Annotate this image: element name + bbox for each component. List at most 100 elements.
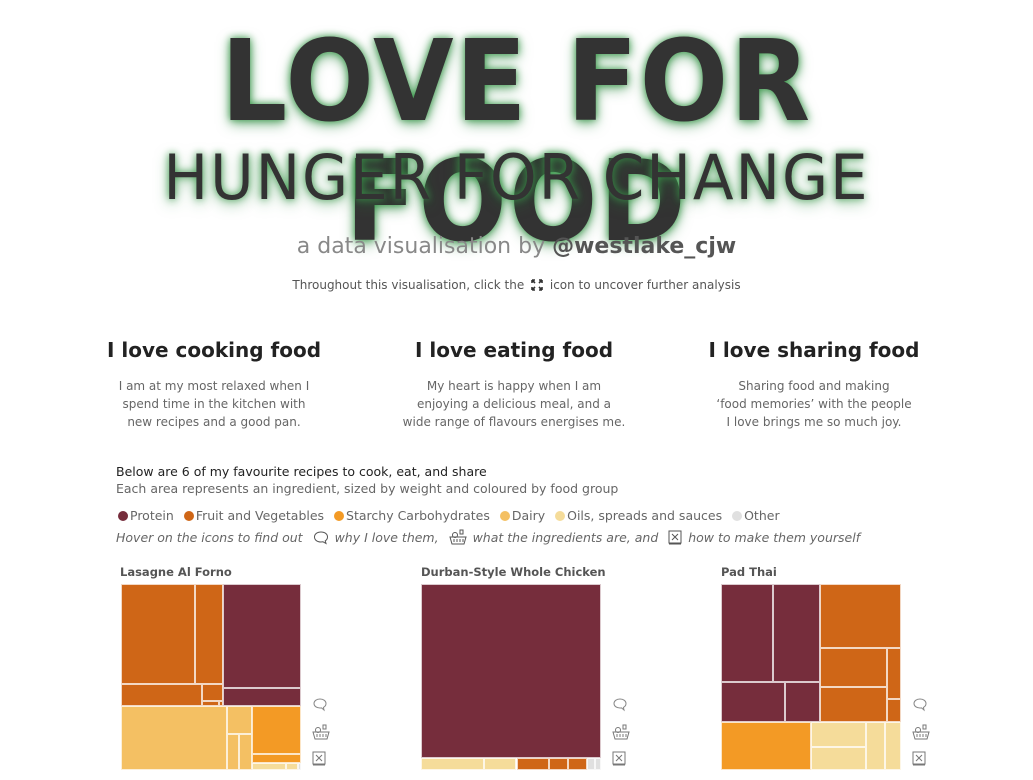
basket-icon[interactable] (312, 724, 330, 751)
treemap-cell[interactable] (721, 682, 785, 722)
treemap-cell[interactable] (227, 706, 252, 734)
recipe-icons (312, 697, 330, 778)
hover-prefix: Hover on the icons to find out (116, 530, 303, 545)
recipe-book-icon (668, 530, 682, 545)
hover-hint: Hover on the icons to find out why I lov… (116, 529, 860, 547)
intro-line-1: Below are 6 of my favourite recipes to c… (116, 464, 487, 479)
legend-label: Starchy Carbohydrates (346, 508, 490, 523)
treemap-cell[interactable] (721, 584, 773, 682)
legend-dot (183, 511, 194, 521)
treemap-cell[interactable] (121, 684, 202, 706)
expand-icon (531, 279, 543, 291)
expand-hint: Throughout this visualisation, click the… (0, 276, 1033, 294)
legend: Protein Fruit and Vegetables Starchy Car… (118, 507, 786, 525)
treemap-cell[interactable] (286, 763, 298, 770)
treemap-cell[interactable] (223, 688, 301, 706)
treemap-cell[interactable] (885, 722, 901, 770)
treemap-cell[interactable] (121, 584, 195, 684)
column-eating: I love eating food My heart is happy whe… (364, 337, 664, 431)
treemap-cell[interactable] (811, 722, 866, 747)
treemap-cell[interactable] (721, 722, 811, 770)
byline: a data visualisation by @westlake_cjw (0, 232, 1033, 262)
treemap-cell[interactable] (421, 584, 601, 758)
treemap-cell[interactable] (239, 734, 252, 770)
hint-text-before: Throughout this visualisation, click the (292, 278, 525, 292)
legend-dot (118, 511, 128, 521)
legend-dot (732, 511, 743, 521)
legend-item-other[interactable]: Other (732, 508, 780, 523)
hover-why: why I love them, (334, 530, 439, 545)
intro: Below are 6 of my favourite recipes to c… (116, 463, 618, 497)
legend-label: Oils, spreads and sauces (567, 508, 723, 523)
treemap-cell[interactable] (121, 706, 227, 770)
recipe-icons (612, 697, 630, 778)
legend-dot (555, 511, 566, 521)
treemap-cell[interactable] (202, 684, 223, 701)
treemap-cell[interactable] (820, 648, 887, 687)
legend-item-dairy[interactable]: Dairy (499, 508, 546, 523)
treemap-cell[interactable] (298, 763, 301, 770)
treemap-cell[interactable] (421, 758, 484, 770)
treemap-cell[interactable] (252, 763, 286, 770)
speech-bubble-icon[interactable] (612, 697, 630, 724)
treemap-cell[interactable] (785, 682, 820, 722)
legend-label: Protein (130, 508, 174, 523)
recipe-treemap-pad-thai[interactable] (721, 584, 901, 770)
legend-label: Dairy (511, 508, 546, 523)
hint-text-after: icon to uncover further analysis (549, 278, 741, 292)
treemap-cell[interactable] (484, 758, 516, 770)
speech-bubble-icon (313, 531, 328, 545)
page-subtitle: HUNGER FOR CHANGE (163, 141, 870, 214)
legend-item-starchy[interactable]: Starchy Carbohydrates (334, 508, 490, 523)
recipe-book-icon[interactable] (912, 751, 930, 778)
column-text: My heart is happy when I am enjoying a d… (402, 379, 626, 429)
intro-line-2: Each area represents an ingredient, size… (116, 481, 619, 496)
hover-ingredients: what the ingredients are, and (472, 530, 659, 545)
legend-label: Other (744, 508, 780, 523)
treemap-cell[interactable] (887, 699, 901, 722)
legend-dot (499, 511, 510, 521)
treemap-cell[interactable] (252, 706, 301, 754)
column-sharing: I love sharing food Sharing food and mak… (664, 337, 964, 431)
column-cooking: I love cooking food I am at my most rela… (64, 337, 364, 431)
recipe-treemap-lasagne[interactable] (121, 584, 301, 770)
recipe-treemap-chicken[interactable] (421, 584, 601, 770)
column-title: I love sharing food (708, 338, 920, 362)
basket-icon (448, 529, 467, 545)
treemap-cell[interactable] (773, 584, 820, 682)
treemap-cell[interactable] (252, 754, 301, 763)
legend-item-fruit-veg[interactable]: Fruit and Vegetables (183, 508, 325, 523)
legend-item-oils[interactable]: Oils, spreads and sauces (555, 508, 722, 523)
column-text: I am at my most relaxed when I spend tim… (118, 379, 310, 429)
recipe-title: Durban-Style Whole Chicken (421, 565, 606, 579)
basket-icon[interactable] (912, 724, 930, 751)
column-title: I love eating food (414, 338, 614, 362)
author-handle[interactable]: @westlake_cjw (552, 234, 736, 259)
treemap-cell[interactable] (549, 758, 568, 770)
treemap-cell[interactable] (223, 584, 301, 688)
recipe-icons (912, 697, 930, 778)
treemap-cell[interactable] (811, 747, 866, 770)
treemap-cell[interactable] (820, 584, 901, 648)
column-text: Sharing food and making ‘food memories’ … (716, 379, 912, 429)
treemap-cell[interactable] (866, 722, 885, 770)
recipe-title: Lasagne Al Forno (120, 565, 232, 579)
speech-bubble-icon[interactable] (912, 697, 930, 724)
recipe-book-icon[interactable] (612, 751, 630, 778)
legend-item-protein[interactable]: Protein (118, 508, 174, 523)
recipe-book-icon[interactable] (312, 751, 330, 778)
legend-label: Fruit and Vegetables (195, 508, 325, 523)
treemap-cell[interactable] (517, 758, 549, 770)
hover-how: how to make them yourself (688, 530, 861, 545)
column-title: I love cooking food (106, 338, 322, 362)
treemap-cell[interactable] (195, 584, 223, 684)
treemap-cell[interactable] (568, 758, 587, 770)
basket-icon[interactable] (612, 724, 630, 751)
treemap-cell[interactable] (227, 734, 239, 770)
treemap-cell[interactable] (820, 687, 887, 722)
treemap-cell[interactable] (587, 758, 595, 770)
legend-dot (334, 511, 345, 521)
treemap-cell[interactable] (595, 758, 601, 770)
treemap-cell[interactable] (887, 648, 901, 699)
speech-bubble-icon[interactable] (312, 697, 330, 724)
